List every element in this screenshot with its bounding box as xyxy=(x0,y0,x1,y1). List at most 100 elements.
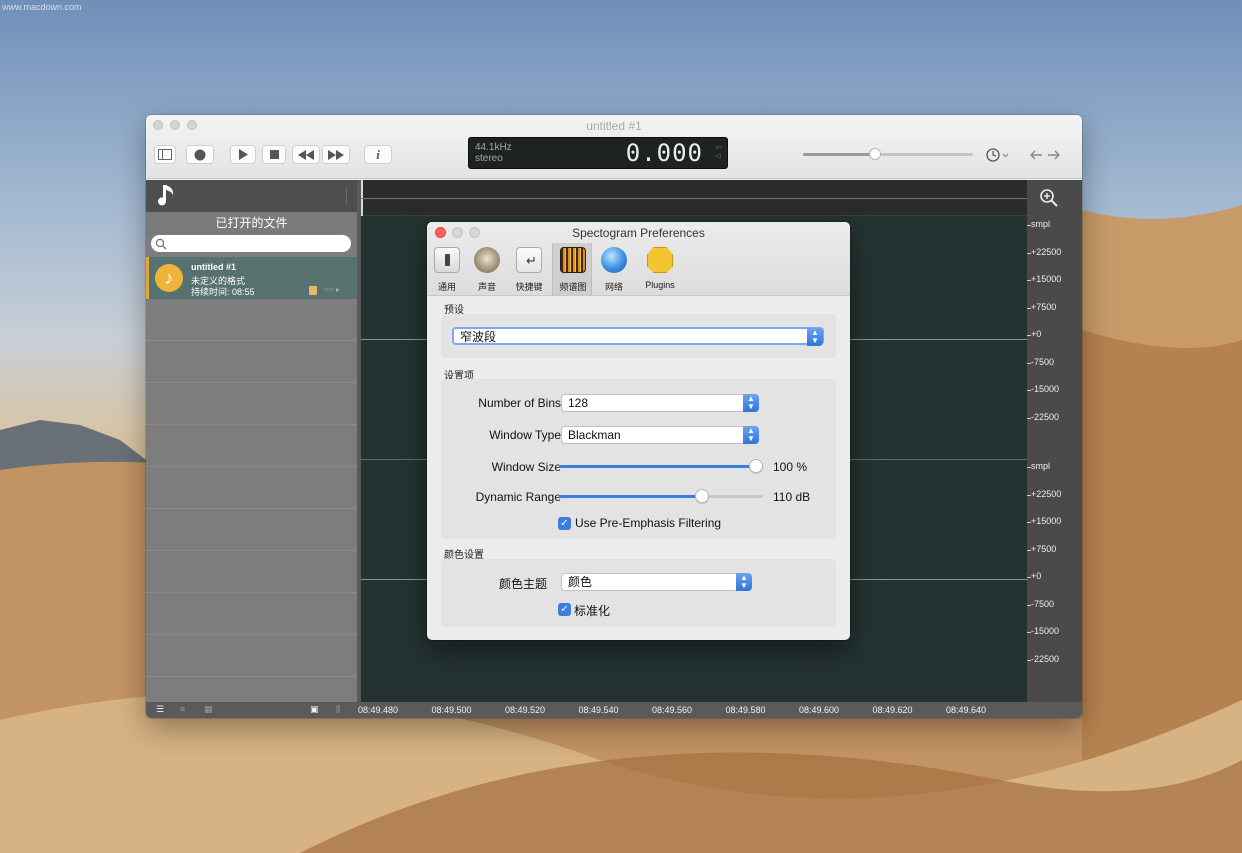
sidebar-search-input[interactable] xyxy=(151,235,351,252)
channel-mode: stereo xyxy=(475,153,503,164)
volume-knob[interactable] xyxy=(869,148,881,160)
amplitude-ruler: smpl +22500 +15000 +7500 +0 -7500 -15000 -22500… xyxy=(1027,180,1082,702)
ruler-label: -22500 xyxy=(1031,653,1060,664)
window-size-value: 100 % xyxy=(773,460,808,474)
info-button[interactable]: i xyxy=(364,145,392,164)
normalize-checkbox[interactable]: ✓ xyxy=(558,603,571,616)
list-divider xyxy=(146,508,357,509)
window-size-fill xyxy=(559,465,763,468)
bins-select[interactable]: 128 ▲ ▼ xyxy=(561,394,759,412)
timeline-label: 08:49.560 xyxy=(652,705,693,715)
bins-value: 128 xyxy=(568,396,589,410)
globe-icon xyxy=(601,247,627,273)
tab-sound[interactable]: 声音 xyxy=(467,243,507,295)
timeline-label: 08:49.580 xyxy=(725,705,766,715)
ruler-label: +15000 xyxy=(1031,516,1062,526)
pre-emphasis-label: Use Pre-Emphasis Filtering xyxy=(575,516,722,530)
fast-forward-icon xyxy=(328,149,344,160)
play-icon xyxy=(239,149,248,160)
file-list-item[interactable]: ♪ untitled #1 未定义的格式 持续时间: 08:55 ○○ ▸ xyxy=(146,257,357,299)
ruler-label: -7500 xyxy=(1031,356,1055,367)
sample-rate-readout: 44.1kHz stereo xyxy=(475,142,512,164)
list-divider xyxy=(146,340,357,341)
timeline-label: 08:49.640 xyxy=(946,705,987,715)
search-icon xyxy=(155,238,167,250)
forward-button[interactable] xyxy=(1046,147,1062,163)
volume-slider[interactable] xyxy=(803,148,973,160)
window-title: untitled #1 xyxy=(586,119,642,133)
window-type-select[interactable]: Blackman ▲ ▼ xyxy=(561,426,759,444)
window-size-label: Window Size xyxy=(491,460,561,474)
lcd-mode-icon[interactable]: ▭ ◁ xyxy=(715,143,722,161)
preset-select[interactable]: 窄波段 ▲ ▼ xyxy=(452,327,824,346)
zoom-button[interactable] xyxy=(1039,188,1059,210)
tab-plugins[interactable]: Plugins xyxy=(639,243,681,295)
fast-forward-button[interactable] xyxy=(322,145,350,164)
tab-label: 快捷键 xyxy=(515,282,543,292)
tab-general[interactable]: 通用 xyxy=(427,243,467,295)
split-view-icon[interactable]: ⫼ xyxy=(336,704,340,715)
dynamic-range-slider[interactable] xyxy=(559,489,763,503)
ruler-label: -7500 xyxy=(1031,598,1055,609)
overview-line xyxy=(361,198,1027,199)
normalize-label: 标准化 xyxy=(574,604,611,618)
keyboard-key-icon: ↵ xyxy=(516,247,542,273)
play-button[interactable] xyxy=(230,145,256,164)
audio-file-icon: ♪ xyxy=(155,264,183,292)
speaker-icon xyxy=(474,247,500,273)
history-menu-button[interactable] xyxy=(986,147,1012,163)
window-toolbar: untitled #1 i 44.1kHz stereo 0.000 ▭ ◁ xyxy=(146,115,1082,179)
file-actions-icon[interactable]: ○○ ▸ xyxy=(324,285,340,294)
color-theme-label: 颜色主题 xyxy=(498,577,547,591)
clock-icon xyxy=(986,148,1009,162)
ruler-label: smpl xyxy=(1031,219,1051,229)
toggle-sidebar-button[interactable] xyxy=(154,145,176,164)
ruler-label: -22500 xyxy=(1031,411,1060,422)
color-theme-select[interactable]: 颜色 ▲ ▼ xyxy=(561,573,752,591)
chevron-updown-icon: ▲ ▼ xyxy=(807,328,823,346)
plugin-icon xyxy=(647,247,673,273)
arrow-left-icon xyxy=(1030,150,1042,160)
rewind-icon xyxy=(298,149,314,160)
grid-view-icon[interactable]: ▦ xyxy=(204,704,213,715)
tab-label: 网络 xyxy=(604,282,623,292)
list-divider xyxy=(146,634,357,635)
pre-emphasis-checkbox[interactable]: ✓ xyxy=(558,517,571,530)
dynamic-range-knob[interactable] xyxy=(695,489,709,503)
window-size-knob[interactable] xyxy=(749,459,763,473)
dynamic-range-label: Dynamic Range xyxy=(475,490,561,504)
ruler-label: +22500 xyxy=(1031,246,1062,257)
ruler-label: -15000 xyxy=(1031,626,1060,636)
header-divider xyxy=(346,188,347,204)
ruler-label: +7500 xyxy=(1031,301,1057,312)
waveform-overview[interactable] xyxy=(361,180,1027,216)
stop-button[interactable] xyxy=(262,145,286,164)
rewind-button[interactable] xyxy=(292,145,320,164)
record-button[interactable] xyxy=(186,145,214,164)
tab-network[interactable]: 网络 xyxy=(594,243,634,295)
bins-label: Number of Bins xyxy=(478,396,561,410)
document-icon xyxy=(309,286,317,295)
ruler-label: +0 xyxy=(1031,329,1042,339)
watermark: www.macdown.com xyxy=(2,2,82,12)
tab-spectrogram[interactable]: 频谱图 xyxy=(552,243,592,295)
dynamic-range-value: 110 dB xyxy=(773,490,811,504)
zoom-in-icon xyxy=(1040,189,1058,207)
window-type-label: Window Type xyxy=(489,428,561,442)
spectrogram-preferences-dialog: Spectogram Preferences 通用 声音 ↵ 快捷键 频谱图 网… xyxy=(427,222,850,640)
list-view-icon[interactable]: ☰ xyxy=(156,704,164,715)
switch-icon xyxy=(434,247,460,273)
timeline-label: 08:49.620 xyxy=(872,705,913,715)
back-button[interactable] xyxy=(1028,147,1044,163)
tab-shortcuts[interactable]: ↵ 快捷键 xyxy=(509,243,549,295)
preset-value: 窄波段 xyxy=(460,330,497,344)
dynamic-range-fill xyxy=(559,495,702,498)
file-sidebar: 已打开的文件 ♪ untitled #1 未定义的格式 持续时间: 08:55 … xyxy=(146,180,357,702)
ruler-label: smpl xyxy=(1031,461,1051,471)
window-size-slider[interactable] xyxy=(559,459,763,473)
detail-view-icon[interactable]: ≡ xyxy=(180,704,185,714)
chevron-updown-icon: ▲ ▼ xyxy=(736,573,752,591)
image-view-icon[interactable]: ▣ xyxy=(310,704,319,715)
chevron-updown-icon: ▲ ▼ xyxy=(743,394,759,412)
timeline-label: 08:49.520 xyxy=(505,705,546,715)
